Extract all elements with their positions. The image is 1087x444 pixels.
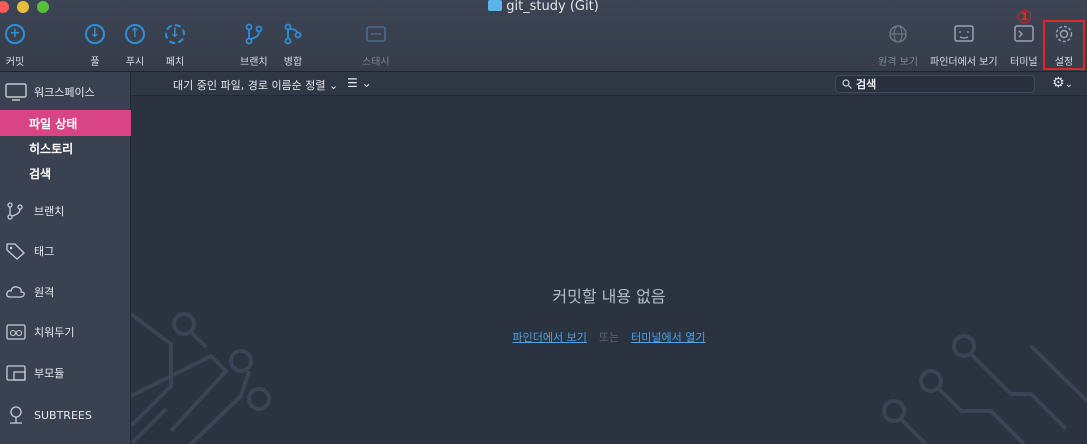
annotation-number: ① bbox=[1017, 7, 1033, 28]
subtree-icon bbox=[10, 406, 22, 424]
sidebar-item-search[interactable]: 검색 bbox=[0, 160, 131, 186]
merge-label: 병합 bbox=[283, 57, 303, 68]
sort-dropdown[interactable]: 대기 중인 파일, 경로 이름순 정렬 ⌄ bbox=[173, 77, 338, 93]
branch-label: 브랜치 bbox=[240, 57, 268, 68]
sidebar-item-label: 브랜치 bbox=[34, 205, 65, 218]
search-field[interactable] bbox=[835, 75, 1035, 93]
sidebar-item-tags[interactable]: 태그 bbox=[0, 237, 131, 265]
fetch-icon: ↓ bbox=[165, 24, 185, 44]
empty-state-message: 커밋할 내용 없음 bbox=[552, 287, 666, 306]
sidebar-item-label: 원격 bbox=[34, 286, 55, 299]
arrow-down-icon: ↓ bbox=[85, 24, 105, 44]
arrow-up-icon: ↑ bbox=[125, 24, 145, 44]
search-input[interactable] bbox=[856, 77, 1016, 91]
branch-icon bbox=[245, 23, 263, 45]
gear-menu-button[interactable]: ⚙⌄ bbox=[1052, 75, 1073, 91]
window-title-text: git_study (Git) bbox=[506, 0, 599, 14]
sidebar: 워크스페이스 파일 상태 히스토리 검색 브랜치 태그 원격 치워두기 부모듈 … bbox=[0, 72, 131, 444]
chevron-down-icon: ⌄ bbox=[1064, 79, 1073, 90]
branch-button[interactable]: 브랜치 bbox=[240, 22, 268, 68]
or-text: 또는 bbox=[598, 331, 620, 344]
push-label: 푸시 bbox=[125, 57, 145, 68]
empty-state-links: 파인더에서 보기 또는 터미널에서 열기 bbox=[131, 329, 1087, 345]
sidebar-item-remotes[interactable]: 원격 bbox=[0, 278, 131, 306]
commit-button[interactable]: + 커밋 bbox=[3, 22, 27, 68]
circuit-decoration bbox=[131, 312, 1087, 444]
stash-icon bbox=[365, 26, 386, 42]
show-in-finder-label: 파인더에서 보기 bbox=[930, 57, 998, 68]
commit-label: 커밋 bbox=[5, 57, 25, 68]
globe-icon bbox=[889, 25, 907, 43]
plus-icon: + bbox=[5, 24, 25, 44]
pull-label: 풀 bbox=[90, 57, 100, 68]
main-content: 커밋할 내용 없음 파인더에서 보기 또는 터미널에서 열기 bbox=[131, 96, 1087, 444]
sidebar-item-history[interactable]: 히스토리 bbox=[0, 135, 131, 161]
tag-icon bbox=[6, 243, 25, 260]
show-remote-label: 원격 보기 bbox=[878, 57, 918, 68]
app-window: git_study (Git) + 커밋 ↓ 풀 ↑ 푸시 ↓ 페치 브랜치 병… bbox=[0, 0, 1087, 444]
sidebar-item-submodules[interactable]: 부모듈 bbox=[0, 359, 131, 387]
sidebar-item-file-status[interactable]: 파일 상태 bbox=[0, 110, 131, 136]
fetch-button[interactable]: ↓ 페치 bbox=[163, 22, 187, 68]
merge-button[interactable]: 병합 bbox=[281, 22, 305, 68]
sidebar-item-label: 태그 bbox=[34, 245, 55, 258]
cloud-icon bbox=[6, 286, 25, 298]
submodule-icon bbox=[6, 365, 26, 381]
stash-button[interactable]: 스태시 bbox=[362, 22, 390, 68]
window-title: git_study (Git) bbox=[0, 0, 1087, 14]
stash-icon bbox=[6, 324, 26, 340]
merge-icon bbox=[284, 23, 302, 45]
sidebar-item-label: SUBTREES bbox=[34, 408, 92, 422]
sidebar-item-workspace[interactable]: 워크스페이스 bbox=[0, 78, 131, 106]
sidebar-item-subtrees[interactable]: SUBTREES bbox=[0, 401, 131, 429]
monitor-icon bbox=[5, 83, 27, 101]
terminal-button[interactable]: 터미널 bbox=[1010, 22, 1038, 68]
stash-label: 스태시 bbox=[362, 57, 390, 68]
terminal-label: 터미널 bbox=[1010, 57, 1038, 68]
show-in-finder-link[interactable]: 파인더에서 보기 bbox=[513, 331, 587, 344]
sidebar-item-label: 워크스페이스 bbox=[34, 86, 95, 99]
search-icon bbox=[842, 79, 852, 89]
sidebar-item-stashes[interactable]: 치워두기 bbox=[0, 318, 131, 346]
file-status-header: 대기 중인 파일, 경로 이름순 정렬 ⌄ ☰ ⌄ ⚙⌄ bbox=[131, 72, 1087, 96]
sidebar-item-label: 부모듈 bbox=[34, 367, 65, 380]
show-in-finder-button[interactable]: 파인더에서 보기 bbox=[930, 22, 998, 68]
settings-highlight-box bbox=[1043, 20, 1085, 70]
gear-icon: ⚙ bbox=[1052, 75, 1065, 91]
toolbar: git_study (Git) + 커밋 ↓ 풀 ↑ 푸시 ↓ 페치 브랜치 병… bbox=[0, 0, 1087, 72]
view-options-dropdown[interactable]: ☰ ⌄ bbox=[347, 76, 372, 90]
branch-icon bbox=[7, 202, 23, 220]
sidebar-item-branches[interactable]: 브랜치 bbox=[0, 197, 131, 225]
push-button[interactable]: ↑ 푸시 bbox=[123, 22, 147, 68]
finder-icon bbox=[954, 25, 974, 42]
sidebar-item-label: 치워두기 bbox=[34, 326, 75, 339]
open-in-terminal-link[interactable]: 터미널에서 열기 bbox=[631, 331, 705, 344]
show-remote-button[interactable]: 원격 보기 bbox=[878, 22, 918, 68]
pull-button[interactable]: ↓ 풀 bbox=[83, 22, 107, 68]
fetch-label: 페치 bbox=[165, 57, 185, 68]
folder-icon bbox=[488, 0, 503, 11]
